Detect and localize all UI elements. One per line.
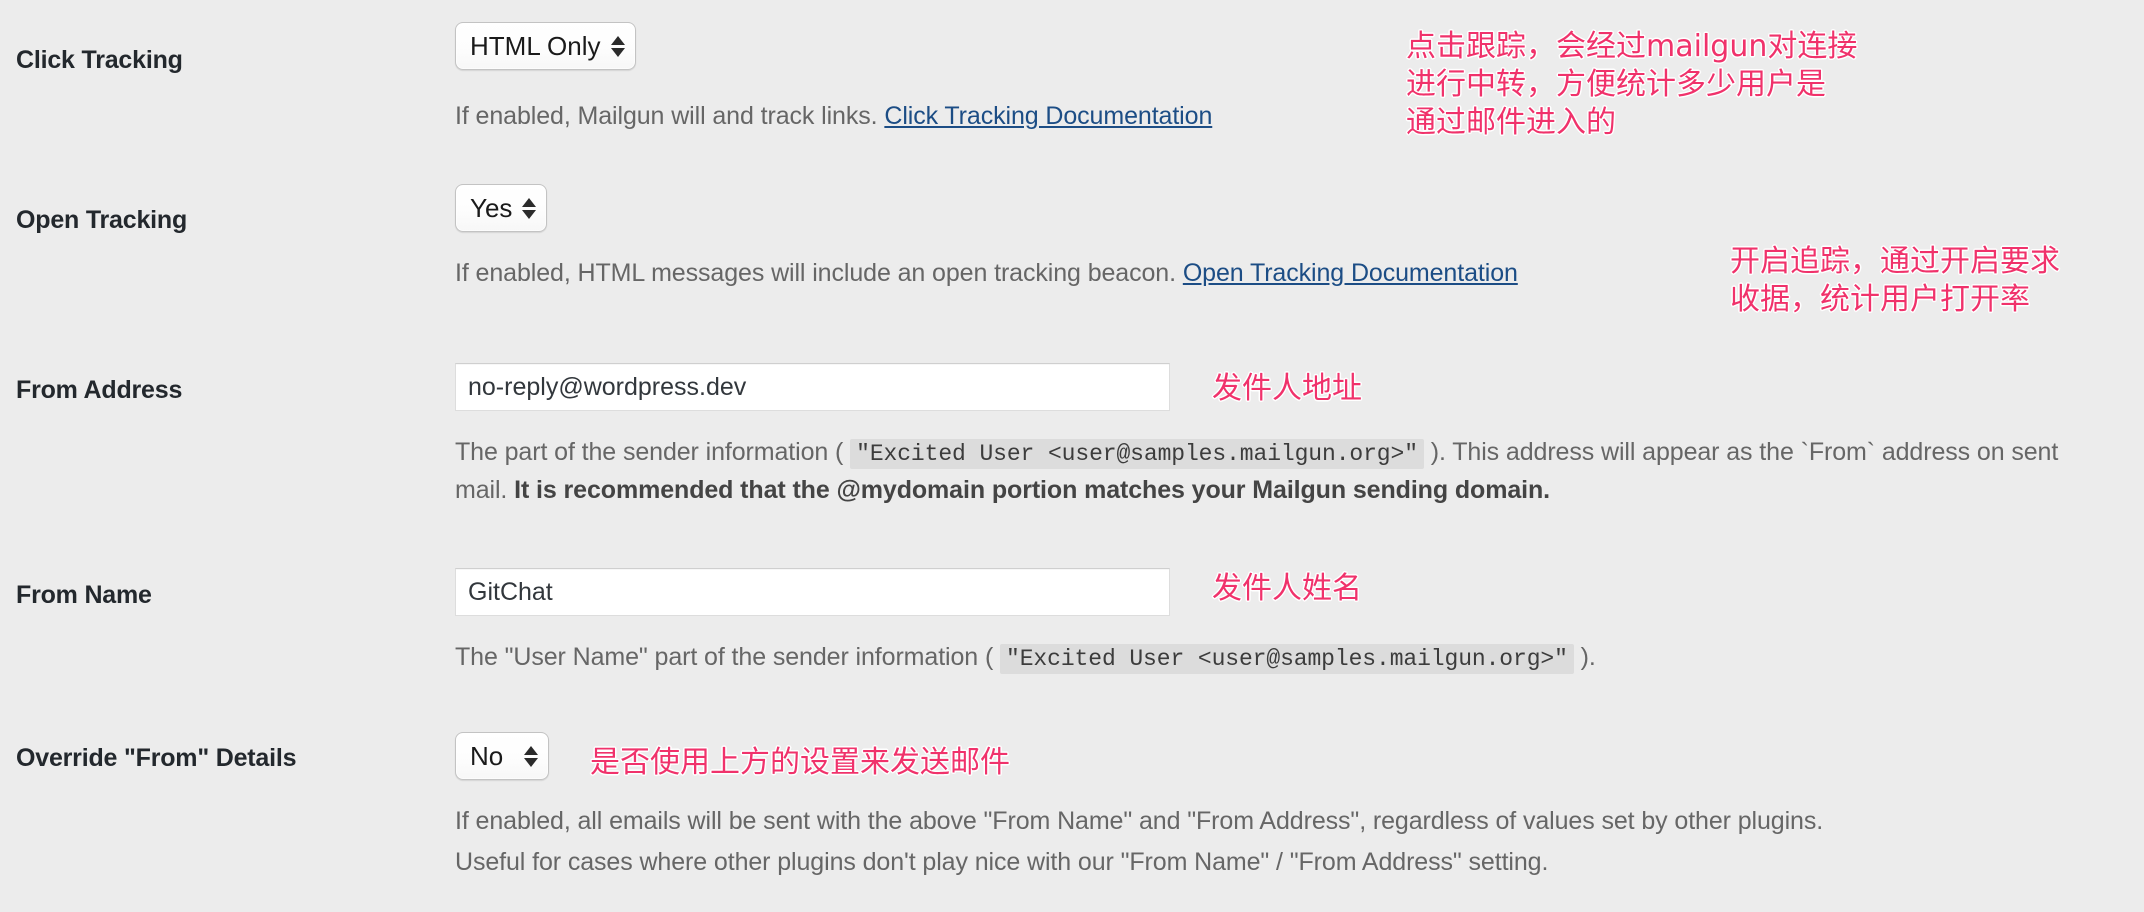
desc-click-tracking: If enabled, Mailgun will and track links…: [455, 98, 1855, 134]
setting-row-click-tracking: Click Tracking HTML Only If enabled, Mai…: [0, 22, 2144, 162]
label-override-from-details: Override "From" Details: [16, 744, 297, 772]
setting-row-from-name: From Name The "User Name" part of the se…: [0, 563, 2144, 683]
label-open-tracking: Open Tracking: [16, 206, 188, 234]
chevron-updown-icon: [522, 197, 537, 219]
desc-from-name-part2: ).: [1573, 643, 1596, 671]
desc-from-name: The "User Name" part of the sender infor…: [455, 639, 1955, 677]
desc-override-from-details-line2: Useful for cases where other plugins don…: [455, 844, 2075, 880]
field-override-from-details: No: [455, 732, 549, 780]
desc-override-line2-text: Useful for cases where other plugins don…: [455, 848, 1549, 876]
open-tracking-documentation-link[interactable]: Open Tracking Documentation: [1183, 259, 1518, 287]
field-click-tracking: HTML Only: [455, 22, 636, 70]
mailgun-settings-page: Click Tracking HTML Only If enabled, Mai…: [0, 0, 2144, 912]
desc-open-tracking-text: If enabled, HTML messages will include a…: [455, 259, 1183, 287]
open-tracking-select-value: Yes: [470, 192, 513, 223]
setting-row-override-from-details: Override "From" Details No If enabled, a…: [0, 725, 2144, 885]
desc-override-from-details-line1: If enabled, all emails will be sent with…: [455, 803, 2075, 839]
desc-open-tracking: If enabled, HTML messages will include a…: [455, 255, 1955, 291]
desc-override-line1-text: If enabled, all emails will be sent with…: [455, 807, 1824, 835]
override-from-details-select-value: No: [470, 740, 504, 771]
from-name-example-code: "Excited User <user@samples.mailgun.org>…: [1000, 644, 1574, 674]
chevron-updown-icon: [610, 35, 625, 57]
field-from-address: [455, 363, 1170, 411]
label-click-tracking: Click Tracking: [16, 46, 183, 74]
setting-row-from-address: From Address The part of the sender info…: [0, 358, 2144, 504]
from-name-input[interactable]: [455, 568, 1170, 616]
click-tracking-select[interactable]: HTML Only: [455, 22, 636, 70]
from-address-example-code: "Excited User <user@samples.mailgun.org>…: [850, 439, 1424, 469]
label-from-name: From Name: [16, 581, 152, 609]
field-from-name: [455, 568, 1170, 616]
override-from-details-select[interactable]: No: [455, 732, 549, 780]
open-tracking-select[interactable]: Yes: [455, 184, 548, 232]
label-from-address: From Address: [16, 376, 183, 404]
field-open-tracking: Yes: [455, 184, 548, 232]
desc-from-name-part1: The "User Name" part of the sender infor…: [455, 643, 1001, 671]
setting-row-open-tracking: Open Tracking Yes If enabled, HTML messa…: [0, 184, 2144, 322]
chevron-updown-icon: [524, 745, 538, 767]
desc-from-address-part1: The part of the sender information (: [455, 438, 851, 466]
desc-from-address-bold: It is recommended that the @mydomain por…: [514, 476, 1550, 504]
click-tracking-select-value: HTML Only: [470, 30, 601, 61]
from-address-input[interactable]: [455, 363, 1170, 411]
click-tracking-documentation-link[interactable]: Click Tracking Documentation: [884, 102, 1212, 130]
desc-from-address: The part of the sender information ( "Ex…: [455, 434, 2115, 508]
desc-click-tracking-text: If enabled, Mailgun will and track links…: [455, 102, 885, 130]
